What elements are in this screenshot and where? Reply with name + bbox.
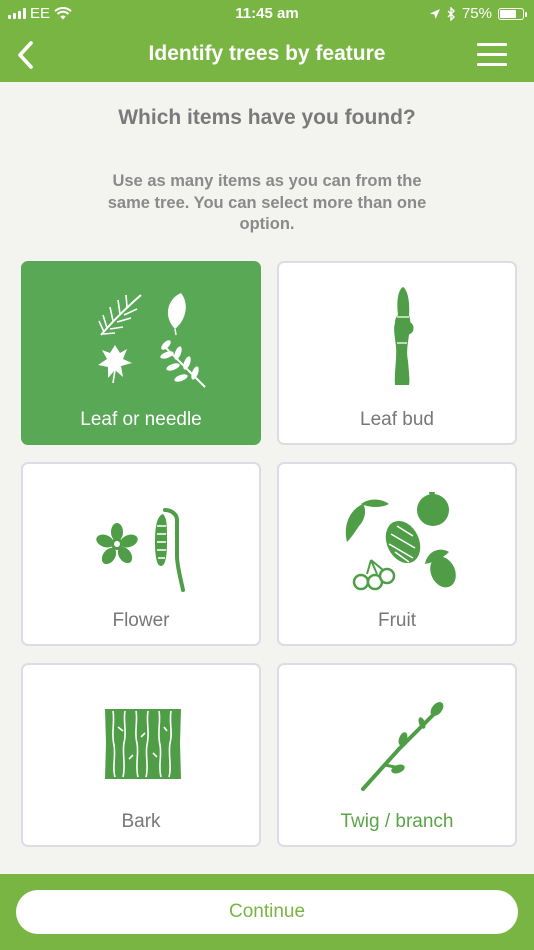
question-heading: Which items have you found? [118,106,416,129]
twig-icon [361,702,444,791]
hamburger-menu-icon[interactable] [476,41,508,69]
fruit-icon [345,492,456,591]
leaf-needle-icon [98,293,206,388]
battery-icon [498,7,527,20]
option-label: Leaf bud [360,409,434,430]
status-bar: EE 11:45 am 75% [0,0,534,28]
option-leaf-or-needle[interactable]: Leaf or needle [21,261,261,445]
continue-button[interactable]: Continue [16,890,518,934]
battery-percent: 75% [461,5,492,22]
option-twig-branch[interactable]: Twig / branch [277,663,517,847]
bark-icon [105,709,181,779]
leaf-bud-icon [394,287,414,385]
option-label: Leaf or needle [80,409,202,430]
bluetooth-icon [447,6,455,21]
instructions-text: Use as many items as you can from the sa… [107,172,427,233]
option-label: Fruit [378,610,416,631]
option-flower[interactable]: Flower [21,462,261,646]
page-title: Identify trees by feature [148,42,386,65]
battery-fill [500,9,516,18]
flower-icon [96,508,185,592]
location-arrow-icon [429,8,440,19]
option-leaf-bud[interactable]: Leaf bud [277,261,517,445]
option-label: Flower [112,610,170,631]
option-label: Bark [121,811,161,832]
option-bark[interactable]: Bark [21,663,261,847]
option-fruit[interactable]: Fruit [277,462,517,646]
option-label: Twig / branch [340,811,454,832]
app-header: EE 11:45 am 75% Identify trees by featur… [0,0,534,82]
